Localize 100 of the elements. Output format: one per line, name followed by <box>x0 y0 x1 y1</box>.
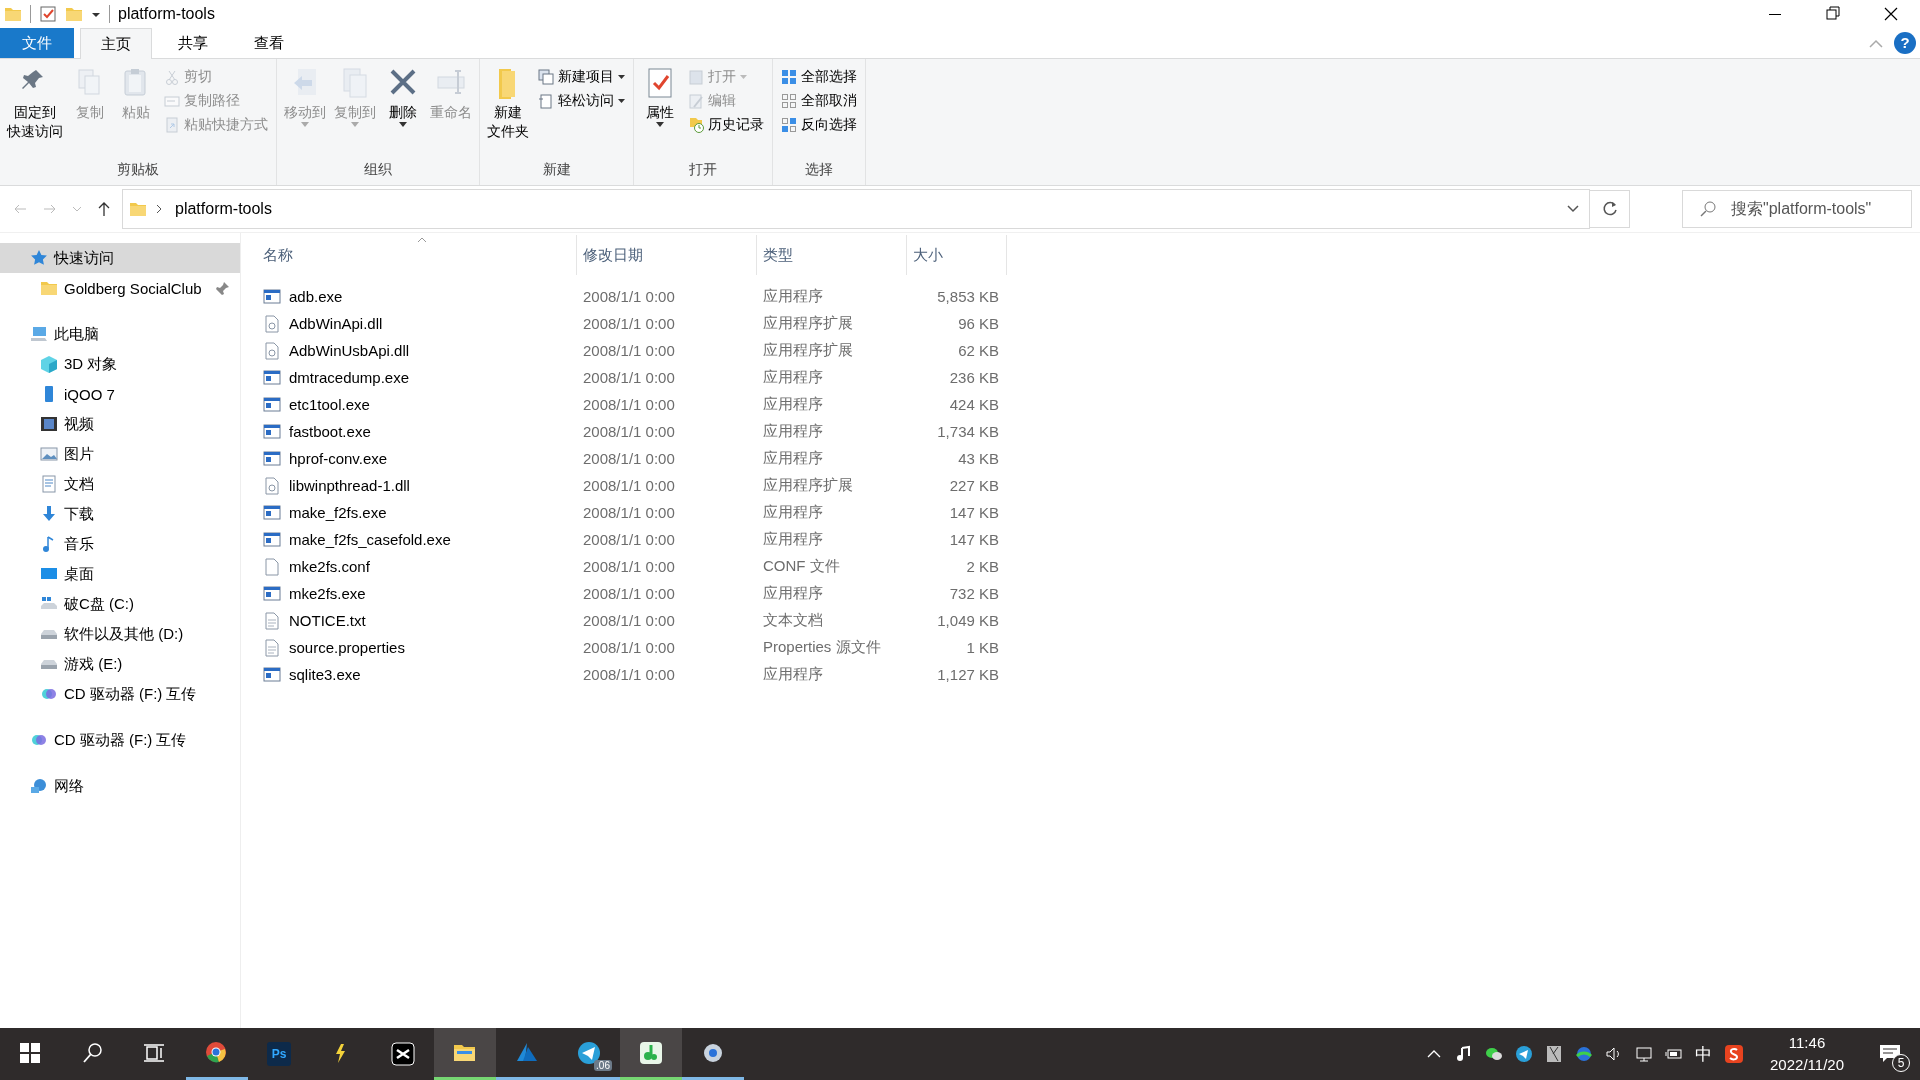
group-label: 选择 <box>804 161 834 179</box>
type-cell-text: 应用程序扩展 <box>762 341 854 360</box>
type-cell-text: Properties 源文件 <box>762 638 882 657</box>
file-name[interactable]: libwinpthread-1.dll <box>257 476 577 495</box>
nav-item[interactable]: 游戏 (E:) <box>0 649 240 679</box>
clock[interactable]: 11:46 2022/11/20 <box>1770 1032 1844 1076</box>
ribbon-button[interactable]: 历史记录 <box>684 113 768 137</box>
column-header[interactable]: 大小 <box>907 235 1007 275</box>
size-cell-text: 96 KB <box>957 315 1000 332</box>
type-cell-text: 应用程序 <box>762 530 824 549</box>
help-button[interactable]: ? <box>1894 32 1916 54</box>
group-label: 组织 <box>363 161 393 179</box>
nav-item[interactable]: 此电脑 <box>0 319 240 349</box>
nav-item[interactable]: 3D 对象 <box>0 349 240 379</box>
sort-caret-icon <box>416 237 427 243</box>
column-header[interactable]: 名称 <box>257 235 577 275</box>
ribbon-button[interactable]: 删除 <box>381 63 425 161</box>
file-name[interactable]: AdbWinApi.dll <box>257 314 577 333</box>
download-icon <box>40 505 58 523</box>
window-title: platform-tools <box>118 5 215 23</box>
file-name[interactable]: mke2fs.exe <box>257 584 577 603</box>
taskbar-button[interactable] <box>620 1028 682 1080</box>
file-name[interactable]: AdbWinUsbApi.dll <box>257 341 577 360</box>
notification-count: 5 <box>1892 1054 1910 1072</box>
type-cell-text: 应用程序扩展 <box>762 314 854 333</box>
nav-item[interactable]: 软件以及其他 (D:) <box>0 619 240 649</box>
nav-item[interactable]: 快速访问 <box>0 243 240 273</box>
date-cell-text: 2008/1/1 0:00 <box>582 504 676 521</box>
size-cell-text: 2 KB <box>965 558 1000 575</box>
ribbon-button[interactable]: 属性 <box>638 63 682 161</box>
file-icon <box>263 557 281 576</box>
date-cell-text: 2008/1/1 0:00 <box>582 342 676 359</box>
new-item-icon <box>538 69 554 85</box>
file-name[interactable]: make_f2fs_casefold.exe <box>257 530 577 549</box>
s-logo-icon[interactable] <box>1724 1044 1745 1064</box>
file-name[interactable]: sqlite3.exe <box>257 665 577 684</box>
ribbon-button[interactable]: 全部取消 <box>777 89 861 113</box>
chevron-right-icon <box>155 204 163 214</box>
search-field[interactable]: 搜索"platform-tools" <box>1682 190 1912 228</box>
size-cell-text: 424 KB <box>948 396 1000 413</box>
nav-item[interactable]: 文档 <box>0 469 240 499</box>
chat-bubbles-icon[interactable] <box>1485 1045 1504 1063</box>
nav-item[interactable]: 破C盘 (C:) <box>0 589 240 619</box>
nav-item[interactable]: 网络 <box>0 771 240 801</box>
nav-item[interactable]: 视频 <box>0 409 240 439</box>
file-name[interactable]: mke2fs.conf <box>257 557 577 576</box>
nav-item[interactable]: CD 驱动器 (F:) 互传 <box>0 725 240 755</box>
nav-item[interactable]: 音乐 <box>0 529 240 559</box>
breadcrumb[interactable]: platform-tools <box>171 200 276 218</box>
file-menu-button[interactable]: 文件 <box>0 28 74 58</box>
text-file-icon <box>263 638 281 657</box>
monitor-icon[interactable] <box>1635 1045 1654 1063</box>
file-name[interactable]: adb.exe <box>257 287 577 306</box>
ribbon-button[interactable]: 固定到 快速访问 <box>4 63 66 161</box>
file-name[interactable]: NOTICE.txt <box>257 611 577 630</box>
invert-selection-icon <box>781 117 797 133</box>
size-cell-text: 62 KB <box>957 342 1000 359</box>
nav-item[interactable]: 图片 <box>0 439 240 469</box>
type-cell-text: 应用程序 <box>762 422 824 441</box>
ribbon-tab[interactable]: 主页 <box>80 28 152 59</box>
folder-icon <box>129 200 147 218</box>
ribbon-button[interactable]: 反向选择 <box>777 113 861 137</box>
globe-icon[interactable] <box>1575 1045 1594 1063</box>
column-header[interactable]: 修改日期 <box>577 235 757 275</box>
taskbar-button[interactable] <box>434 1028 496 1080</box>
application-icon <box>263 368 281 387</box>
badge: .06 <box>594 1060 612 1071</box>
history-icon <box>688 117 704 133</box>
size-cell-text: 1 KB <box>965 639 1000 656</box>
input-method-indicator[interactable]: 中 <box>1695 1042 1713 1066</box>
nav-item[interactable]: CD 驱动器 (F:) 互传 <box>0 679 240 709</box>
column-header[interactable]: 类型 <box>757 235 907 275</box>
file-name[interactable]: source.properties <box>257 638 577 657</box>
caret-icon <box>740 75 747 79</box>
file-name[interactable]: etc1tool.exe <box>257 395 577 414</box>
application-icon <box>263 584 281 603</box>
notification-button[interactable]: 5 <box>1870 1034 1910 1074</box>
ribbon-button[interactable]: 新建 文件夹 <box>484 63 532 161</box>
nav-item[interactable]: Goldberg SocialClub <box>0 273 240 303</box>
ribbon-button[interactable]: 轻松访问 <box>534 89 629 113</box>
taskbar-button[interactable]: Ps <box>248 1028 310 1080</box>
ribbon-button[interactable]: 全部选择 <box>777 65 861 89</box>
crossed-box-icon[interactable] <box>1545 1045 1564 1063</box>
paper-plane-icon[interactable] <box>1515 1045 1534 1063</box>
ribbon-tab[interactable]: 查看 <box>234 28 304 58</box>
nav-item[interactable]: 下载 <box>0 499 240 529</box>
nav-item[interactable]: 桌面 <box>0 559 240 589</box>
file-name[interactable]: hprof-conv.exe <box>257 449 577 468</box>
file-name[interactable]: make_f2fs.exe <box>257 503 577 522</box>
nav-item[interactable]: iQOO 7 <box>0 379 240 409</box>
ribbon-button[interactable]: 新建项目 <box>534 65 629 89</box>
file-name[interactable]: fastboot.exe <box>257 422 577 441</box>
address-field[interactable]: platform-tools <box>122 189 1590 229</box>
refresh-button[interactable] <box>1590 190 1630 228</box>
file-name[interactable]: dmtracedump.exe <box>257 368 577 387</box>
ribbon-tab[interactable]: 共享 <box>158 28 228 58</box>
drive-icon <box>40 658 58 670</box>
chevron-down-icon[interactable] <box>1567 205 1579 213</box>
checkbox-icon[interactable] <box>39 5 57 23</box>
size-cell-text: 5,853 KB <box>936 288 1000 305</box>
